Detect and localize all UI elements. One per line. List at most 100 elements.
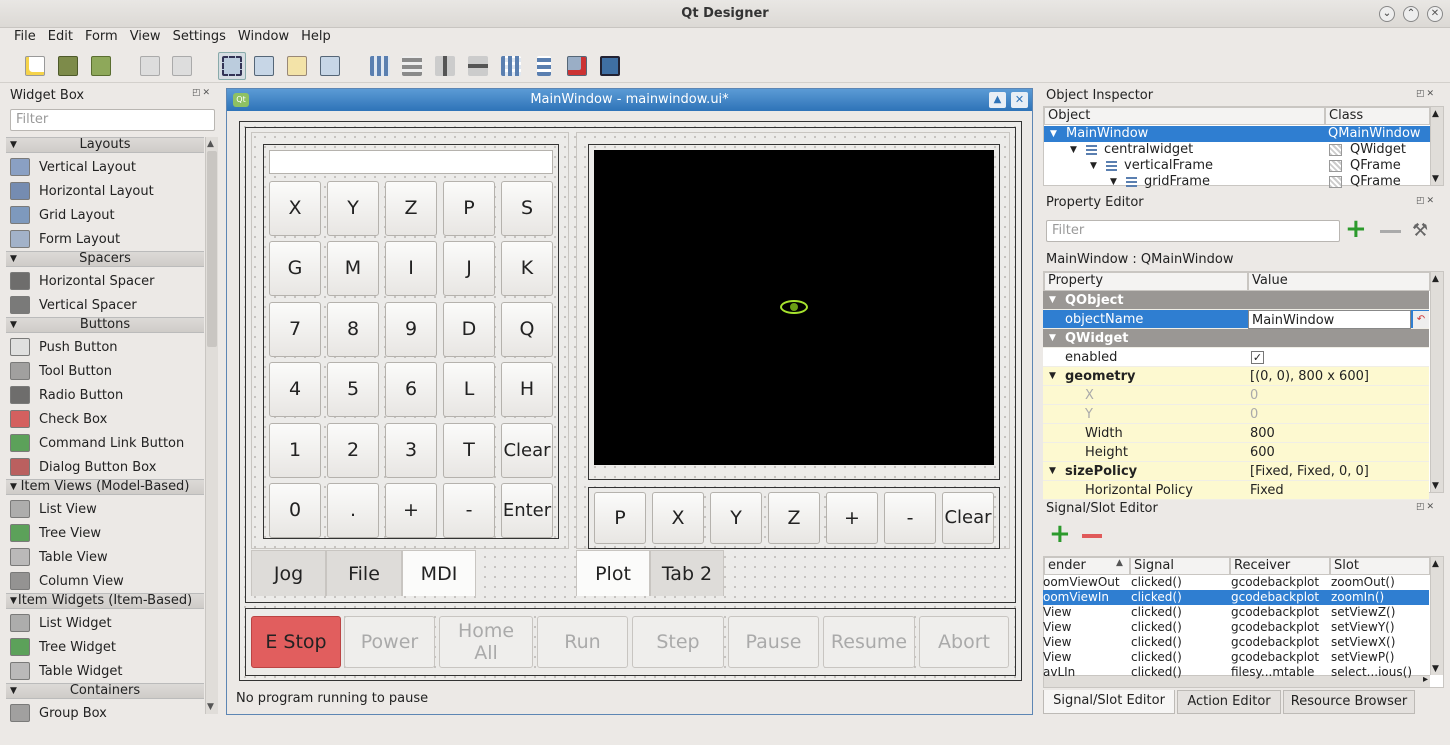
keypad-key-z[interactable]: Z bbox=[385, 181, 437, 236]
widget-category-spacers[interactable]: ▼ Spacers bbox=[6, 251, 204, 267]
abort-button[interactable]: Abort bbox=[919, 616, 1009, 668]
property-row-horizontal-policy[interactable]: Horizontal Policy Fixed bbox=[1043, 481, 1429, 500]
keypad-key-4[interactable]: 4 bbox=[269, 362, 321, 418]
property-row-x[interactable]: X0 bbox=[1043, 386, 1429, 405]
property-row-y[interactable]: Y0 bbox=[1043, 405, 1429, 424]
property-value[interactable]: 600 bbox=[1247, 443, 1429, 462]
minimize-icon[interactable]: ⌄ bbox=[1379, 6, 1395, 22]
clear-plot-button[interactable]: Clear bbox=[942, 492, 994, 544]
menu-window[interactable]: Window bbox=[232, 28, 295, 48]
form-maximize-icon[interactable]: ▲ bbox=[989, 92, 1006, 108]
keypad-key-1[interactable]: 1 bbox=[269, 422, 321, 478]
keypad-key-g[interactable]: G bbox=[269, 241, 321, 297]
widget-item-tool-button[interactable]: Tool Button bbox=[10, 359, 112, 383]
form-close-icon[interactable]: ✕ bbox=[1011, 92, 1028, 108]
keypad-key-t[interactable]: T bbox=[443, 422, 495, 478]
splitter-horizontal-button[interactable] bbox=[431, 52, 459, 80]
collapse-arrow-icon[interactable]: ▼ bbox=[10, 684, 17, 698]
property-table-scrollbar[interactable]: ▲ ▼ bbox=[1430, 272, 1443, 492]
home-all-button[interactable]: Home All bbox=[439, 616, 533, 668]
object-row-centralwidget[interactable]: ▼ centralwidget QWidget bbox=[1044, 142, 1430, 158]
configure-wrench-icon[interactable]: ⚒ bbox=[1412, 220, 1436, 242]
widget-item-form-layout[interactable]: Form Layout bbox=[10, 227, 120, 251]
connection-row[interactable]: View clicked() gcodebackplot setViewX() bbox=[1043, 635, 1429, 650]
property-value[interactable]: Fixed bbox=[1247, 481, 1429, 500]
tab-plot[interactable]: Plot bbox=[576, 550, 650, 596]
keypad-key-s[interactable]: S bbox=[501, 181, 553, 236]
widget-category-containers[interactable]: ▼ Containers bbox=[6, 683, 204, 699]
mdi-command-input[interactable] bbox=[269, 150, 553, 174]
widget-item-check-box[interactable]: Check Box bbox=[10, 407, 107, 431]
signal-slot-v-scrollbar[interactable]: ▲ ▼ bbox=[1430, 557, 1443, 675]
property-row-sizepolicy[interactable]: ▼ sizePolicy [Fixed, Fixed, 0, 0] bbox=[1043, 462, 1429, 481]
keypad-key-x[interactable]: X bbox=[269, 181, 321, 236]
object-name-editor[interactable]: MainWindow bbox=[1248, 310, 1411, 329]
property-column-header[interactable]: Property bbox=[1044, 272, 1248, 291]
widget-item-list-view[interactable]: List View bbox=[10, 497, 97, 521]
new-form-button[interactable] bbox=[21, 52, 49, 80]
tab-action-editor[interactable]: Action Editor bbox=[1177, 690, 1281, 714]
dock-float-close-icon[interactable]: ◰✕ bbox=[192, 88, 212, 98]
collapse-arrow-icon[interactable]: ▼ bbox=[10, 480, 17, 494]
widget-item-push-button[interactable]: Push Button bbox=[10, 335, 118, 359]
keypad-key-6[interactable]: 6 bbox=[385, 362, 437, 418]
keypad-key-p[interactable]: P bbox=[443, 181, 495, 236]
widget-item-group-box[interactable]: Group Box bbox=[10, 701, 107, 725]
expand-arrow-icon[interactable]: ▼ bbox=[1050, 126, 1057, 142]
zoom-out-button[interactable]: - bbox=[884, 492, 936, 544]
connection-row[interactable]: View clicked() gcodebackplot setViewZ() bbox=[1043, 605, 1429, 620]
keypad-key-h[interactable]: H bbox=[501, 362, 553, 418]
keypad-key-i[interactable]: I bbox=[385, 241, 437, 297]
property-row-qobject[interactable]: ▼ QObject bbox=[1043, 291, 1429, 310]
lay-out-vertically-button[interactable] bbox=[398, 52, 426, 80]
keypad-key-3[interactable]: 3 bbox=[385, 422, 437, 478]
tab-mdi[interactable]: MDI bbox=[402, 550, 476, 596]
view-p-button[interactable]: P bbox=[594, 492, 646, 544]
edit-signals-button[interactable] bbox=[250, 52, 278, 80]
tab-file[interactable]: File bbox=[326, 550, 402, 596]
menu-file[interactable]: File bbox=[8, 28, 42, 48]
maximize-icon[interactable]: ⌃ bbox=[1403, 6, 1419, 22]
run-button[interactable]: Run bbox=[537, 616, 628, 668]
edit-tab-order-button[interactable] bbox=[316, 52, 344, 80]
property-row-width[interactable]: Width 800 bbox=[1043, 424, 1429, 443]
property-filter-input[interactable]: Filter bbox=[1046, 220, 1340, 242]
widget-category-layouts[interactable]: ▼ Layouts bbox=[6, 137, 204, 153]
add-dynamic-property-icon[interactable]: + bbox=[1345, 216, 1371, 243]
remove-connection-icon[interactable] bbox=[1082, 534, 1102, 538]
object-row-gridframe[interactable]: ▼ gridFrame QFrame bbox=[1044, 174, 1430, 190]
widget-item-table-view[interactable]: Table View bbox=[10, 545, 108, 569]
expand-arrow-icon[interactable]: ▼ bbox=[1090, 158, 1097, 174]
close-icon[interactable]: ✕ bbox=[1427, 6, 1443, 22]
send-to-back-button[interactable] bbox=[168, 52, 196, 80]
signal-slot-dock-buttons-icon[interactable]: ◰✕ bbox=[1416, 502, 1436, 512]
collapse-arrow-icon[interactable]: ▼ bbox=[10, 138, 17, 152]
widget-category-item-views-model-based[interactable]: ▼ Item Views (Model-Based) bbox=[6, 479, 204, 495]
widget-category-buttons[interactable]: ▼ Buttons bbox=[6, 317, 204, 333]
view-y-button[interactable]: Y bbox=[710, 492, 762, 544]
view-x-button[interactable]: X bbox=[652, 492, 704, 544]
property-row-geometry[interactable]: ▼ geometry [(0, 0), 800 x 600] bbox=[1043, 367, 1429, 386]
keypad-key-9[interactable]: 9 bbox=[385, 301, 437, 357]
widget-item-vertical-spacer[interactable]: Vertical Spacer bbox=[10, 293, 137, 317]
object-inspector-scrollbar[interactable]: ▲ ▼ bbox=[1430, 107, 1443, 185]
connection-row[interactable]: oomViewOut clicked() gcodebackplot zoomOut(… bbox=[1043, 575, 1429, 590]
splitter-vertical-button[interactable] bbox=[464, 52, 492, 80]
widget-box-scrollbar[interactable]: ▲ ▼ bbox=[205, 137, 218, 714]
keypad-key-2[interactable]: 2 bbox=[327, 422, 379, 478]
widget-item-list-widget[interactable]: List Widget bbox=[10, 611, 112, 635]
menu-edit[interactable]: Edit bbox=[42, 28, 79, 48]
tab-tab-2[interactable]: Tab 2 bbox=[650, 550, 724, 596]
object-inspector-dock-buttons-icon[interactable]: ◰✕ bbox=[1416, 89, 1436, 99]
collapse-arrow-icon[interactable]: ▼ bbox=[10, 318, 17, 332]
expand-arrow-icon[interactable]: ▼ bbox=[1070, 142, 1077, 158]
property-value[interactable]: [Fixed, Fixed, 0, 0] bbox=[1247, 462, 1429, 481]
widget-item-horizontal-spacer[interactable]: Horizontal Spacer bbox=[10, 269, 154, 293]
connection-row[interactable]: oomViewIn clicked() gcodebackplot zoomIn() bbox=[1043, 590, 1429, 605]
zoom-in-button[interactable]: + bbox=[826, 492, 878, 544]
object-row-mainwindow[interactable]: ▼ MainWindow QMainWindow bbox=[1044, 126, 1430, 142]
open-form-button[interactable] bbox=[54, 52, 82, 80]
tab-resource-browser[interactable]: Resource Browser bbox=[1283, 690, 1415, 714]
object-column-header[interactable]: Object bbox=[1044, 107, 1325, 125]
tab-jog[interactable]: Jog bbox=[251, 550, 326, 596]
